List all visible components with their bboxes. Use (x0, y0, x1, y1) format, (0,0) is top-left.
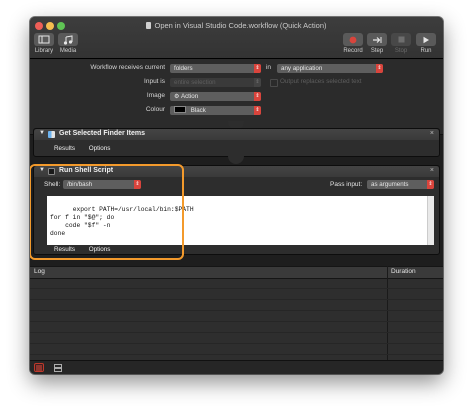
input-is-popup[interactable]: entire selection ⇕ (170, 78, 261, 87)
disclosure-triangle-icon[interactable]: ▼ (39, 167, 45, 173)
library-label: Library (34, 48, 54, 54)
results-tab[interactable]: Results (54, 246, 75, 253)
log-row-divider (30, 343, 443, 344)
show-variables-button[interactable] (53, 363, 63, 372)
image-popup[interactable]: ⚙ Action ⇕ (170, 92, 261, 101)
stop-icon (391, 33, 411, 46)
close-icon[interactable]: × (430, 130, 434, 137)
replace-text-label: Output replaces selected text (280, 78, 362, 85)
colour-label: Colour (145, 106, 165, 113)
step-button[interactable]: Step (366, 33, 388, 54)
options-tab[interactable]: Options (89, 246, 111, 253)
record-button[interactable]: Record (342, 33, 364, 54)
shell-label: Shell: (44, 181, 61, 188)
show-log-button[interactable] (34, 363, 44, 372)
application-popup[interactable]: any application ⇕ (277, 64, 383, 73)
library-icon (34, 33, 54, 46)
popup-arrows-icon: ⇕ (134, 180, 141, 189)
action-title: Get Selected Finder Items (59, 130, 145, 137)
input-is-row: Input is entire selection ⇕ Output repla… (30, 77, 443, 87)
popup-arrows-icon: ⇕ (254, 78, 261, 87)
log-row-divider (30, 299, 443, 300)
window-title-text: Open in Visual Studio Code.workflow (Qui… (154, 21, 327, 30)
image-value: Action (180, 93, 199, 100)
column-divider (387, 266, 388, 360)
stop-button[interactable]: Stop (390, 33, 412, 54)
log-header: Log Duration (30, 266, 443, 279)
step-label: Step (370, 48, 384, 54)
popup-arrows-icon: ⇕ (427, 180, 434, 189)
action-title: Run Shell Script (59, 167, 114, 174)
document-icon (146, 22, 152, 29)
action-tabs: Results Options (54, 145, 122, 152)
action-get-selected-finder-items[interactable]: ▼ Get Selected Finder Items × Results Op… (33, 128, 440, 157)
input-is-value: entire selection (174, 79, 216, 86)
log-column-header[interactable]: Log (34, 268, 45, 275)
script-text: export PATH=/usr/local/bin:$PATH for f i… (50, 206, 194, 237)
media-icon (58, 33, 78, 46)
media-label: Media (59, 48, 77, 54)
log-row-divider (30, 354, 443, 355)
in-label: in (265, 64, 271, 71)
list-icon (36, 365, 42, 370)
action-tabs: Results Options (54, 246, 122, 253)
play-icon (416, 33, 436, 46)
image-row: Image ⚙ Action ⇕ (30, 91, 443, 101)
finder-icon (48, 131, 55, 138)
replace-text-checkbox[interactable] (270, 79, 278, 87)
log-row-divider (30, 321, 443, 322)
record-icon (343, 33, 363, 46)
gear-icon: ⚙ (174, 93, 180, 100)
run-button[interactable]: Run (415, 33, 437, 54)
popup-arrows-icon: ⇕ (254, 92, 261, 101)
shell-value: /bin/bash (67, 181, 93, 188)
record-label: Record (343, 48, 363, 54)
titlebar: Open in Visual Studio Code.workflow (Qui… (30, 17, 443, 59)
input-is-label: Input is (144, 78, 165, 85)
popup-arrows-icon: ⇕ (254, 106, 261, 115)
log-row-divider (30, 288, 443, 289)
application-value: any application (281, 65, 323, 72)
terminal-icon (48, 168, 55, 175)
bottom-bar (30, 360, 443, 374)
action-header: ▼ Run Shell Script × (34, 166, 439, 177)
run-label: Run (420, 48, 432, 54)
popup-arrows-icon: ⇕ (254, 64, 261, 73)
variables-icon (54, 363, 62, 372)
receives-popup[interactable]: folders ⇕ (170, 64, 261, 73)
pass-input-value: as arguments (371, 181, 409, 188)
action-header: ▼ Get Selected Finder Items × (34, 129, 439, 140)
log-row-divider (30, 332, 443, 333)
disclosure-triangle-icon[interactable]: ▼ (39, 130, 45, 136)
pass-input-popup[interactable]: as arguments ⇕ (367, 180, 434, 189)
options-tab[interactable]: Options (89, 145, 111, 152)
automator-window: Open in Visual Studio Code.workflow (Qui… (30, 17, 443, 374)
log-row-divider (30, 310, 443, 311)
close-icon[interactable]: × (430, 167, 434, 174)
log-panel: Log Duration (30, 266, 443, 360)
colour-swatch (174, 106, 186, 113)
script-editor[interactable]: export PATH=/usr/local/bin:$PATH for f i… (47, 196, 434, 245)
shell-popup[interactable]: /bin/bash ⇕ (63, 180, 141, 189)
action-connector (228, 155, 244, 164)
stop-label: Stop (394, 48, 408, 54)
receives-row: Workflow receives current folders ⇕ in a… (30, 63, 443, 73)
image-label: Image (146, 92, 165, 99)
library-button[interactable]: Library (33, 33, 55, 54)
duration-column-header[interactable]: Duration (391, 268, 416, 275)
receives-label: Workflow receives current (90, 64, 165, 71)
results-tab[interactable]: Results (54, 145, 75, 152)
step-icon (367, 33, 387, 46)
colour-row: Colour Black ⇕ (30, 105, 443, 115)
action-run-shell-script[interactable]: ▼ Run Shell Script × Shell: /bin/bash ⇕ … (33, 165, 440, 255)
media-button[interactable]: Media (57, 33, 79, 54)
pass-input-label: Pass input: (330, 181, 363, 188)
colour-value: Black (190, 107, 206, 114)
colour-popup[interactable]: Black ⇕ (170, 106, 261, 115)
window-title: Open in Visual Studio Code.workflow (Qui… (30, 21, 443, 30)
script-scrollbar[interactable] (427, 196, 434, 245)
receives-value: folders (174, 65, 193, 72)
popup-arrows-icon: ⇕ (376, 64, 383, 73)
